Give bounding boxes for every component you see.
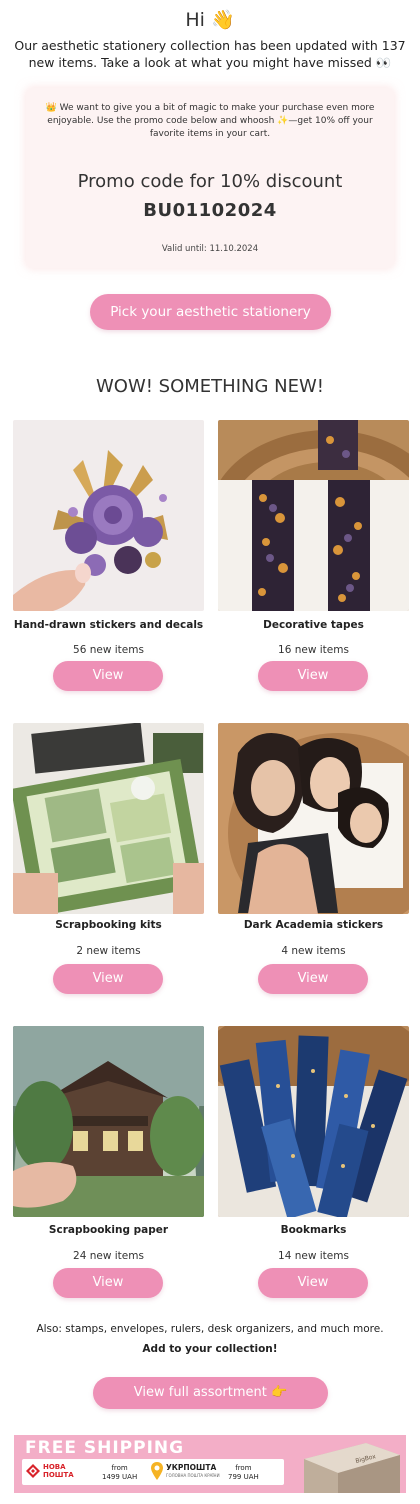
promo-valid-until: Valid until: 11.10.2024 xyxy=(161,244,259,254)
product-card-dark-academia: Dark Academia stickers 4 new items View xyxy=(218,723,409,998)
product-card-bookmarks: Bookmarks 14 new items View xyxy=(218,1026,409,1301)
product-card-tapes: Decorative tapes 16 new items View xyxy=(218,420,409,695)
ukrposhta-icon xyxy=(151,1462,163,1480)
product-image-dark-academia[interactable] xyxy=(218,723,409,914)
free-shipping-title: FREE SHIPPING xyxy=(25,1438,185,1458)
nova-poshta-min: from 1499 UAH xyxy=(102,1464,138,1481)
nova-poshta-logo: НОВА ПОШТА xyxy=(26,1462,88,1482)
product-image-kits[interactable] xyxy=(13,723,204,914)
gift-box-image: BigBox xyxy=(304,1443,400,1493)
ukrposhta-tagline: ГОЛОВНА ПОШТА КРАЇНИ xyxy=(166,1473,220,1478)
view-button[interactable]: View xyxy=(53,964,163,994)
also-text: Also: stamps, envelopes, rulers, desk or… xyxy=(36,1323,384,1335)
product-count: 24 new items xyxy=(73,1250,144,1262)
greeting: Hi 👋 xyxy=(185,9,235,31)
ukrposhta-name: УКРПОШТА xyxy=(166,1463,217,1472)
nova-poshta-icon xyxy=(26,1464,40,1478)
promo-box: 👑 We want to give you a bit of magic to … xyxy=(26,88,394,268)
view-button[interactable]: View xyxy=(53,1268,163,1298)
product-image-paper[interactable] xyxy=(13,1026,204,1217)
product-title: Dark Academia stickers xyxy=(243,919,384,931)
section-title: WOW! SOMETHING NEW! xyxy=(95,376,325,397)
nova-poshta-name: НОВА ПОШТА xyxy=(43,1463,74,1479)
product-image-stickers[interactable] xyxy=(13,420,204,611)
product-count: 4 new items xyxy=(281,945,346,957)
view-button[interactable]: View xyxy=(258,964,368,994)
product-title: Scrapbooking paper xyxy=(48,1224,169,1236)
product-count: 56 new items xyxy=(73,644,144,656)
free-shipping-banner[interactable]: FREE SHIPPING НОВА ПОШТА from 1499 UAH У… xyxy=(14,1435,406,1493)
product-count: 2 new items xyxy=(76,945,141,957)
pick-stationery-button[interactable]: Pick your aesthetic stationery xyxy=(90,294,331,330)
product-title: Bookmarks xyxy=(280,1224,347,1236)
product-image-tapes[interactable] xyxy=(218,420,409,611)
promo-title: Promo code for 10% discount xyxy=(77,171,343,192)
ukrposhta-logo: УКРПОШТА ГОЛОВНА ПОШТА КРАЇНИ xyxy=(151,1461,221,1483)
promo-code[interactable]: BU01102024 xyxy=(26,200,394,221)
view-button[interactable]: View xyxy=(258,1268,368,1298)
product-card-paper: Scrapbooking paper 24 new items View xyxy=(13,1026,204,1301)
product-image-bookmarks[interactable] xyxy=(218,1026,409,1217)
view-button[interactable]: View xyxy=(53,661,163,691)
product-count: 16 new items xyxy=(278,644,349,656)
intro-text: Our aesthetic stationery collection has … xyxy=(14,38,406,70)
view-full-assortment-button[interactable]: View full assortment 👉 xyxy=(93,1377,328,1409)
product-title: Hand-drawn stickers and decals xyxy=(13,619,204,631)
carrier-strip: НОВА ПОШТА from 1499 UAH УКРПОШТА ГОЛОВН… xyxy=(22,1459,284,1485)
add-to-collection-text: Add to your collection! xyxy=(142,1343,278,1355)
product-count: 14 new items xyxy=(278,1250,349,1262)
product-card-kits: Scrapbooking kits 2 new items View xyxy=(13,723,204,998)
product-title: Decorative tapes xyxy=(263,619,364,631)
ukrposhta-min: from 799 UAH xyxy=(228,1464,259,1481)
product-title: Scrapbooking kits xyxy=(55,919,162,931)
view-button[interactable]: View xyxy=(258,661,368,691)
product-card-stickers: Hand-drawn stickers and decals 56 new it… xyxy=(13,420,204,695)
promo-message: 👑 We want to give you a bit of magic to … xyxy=(45,103,375,139)
